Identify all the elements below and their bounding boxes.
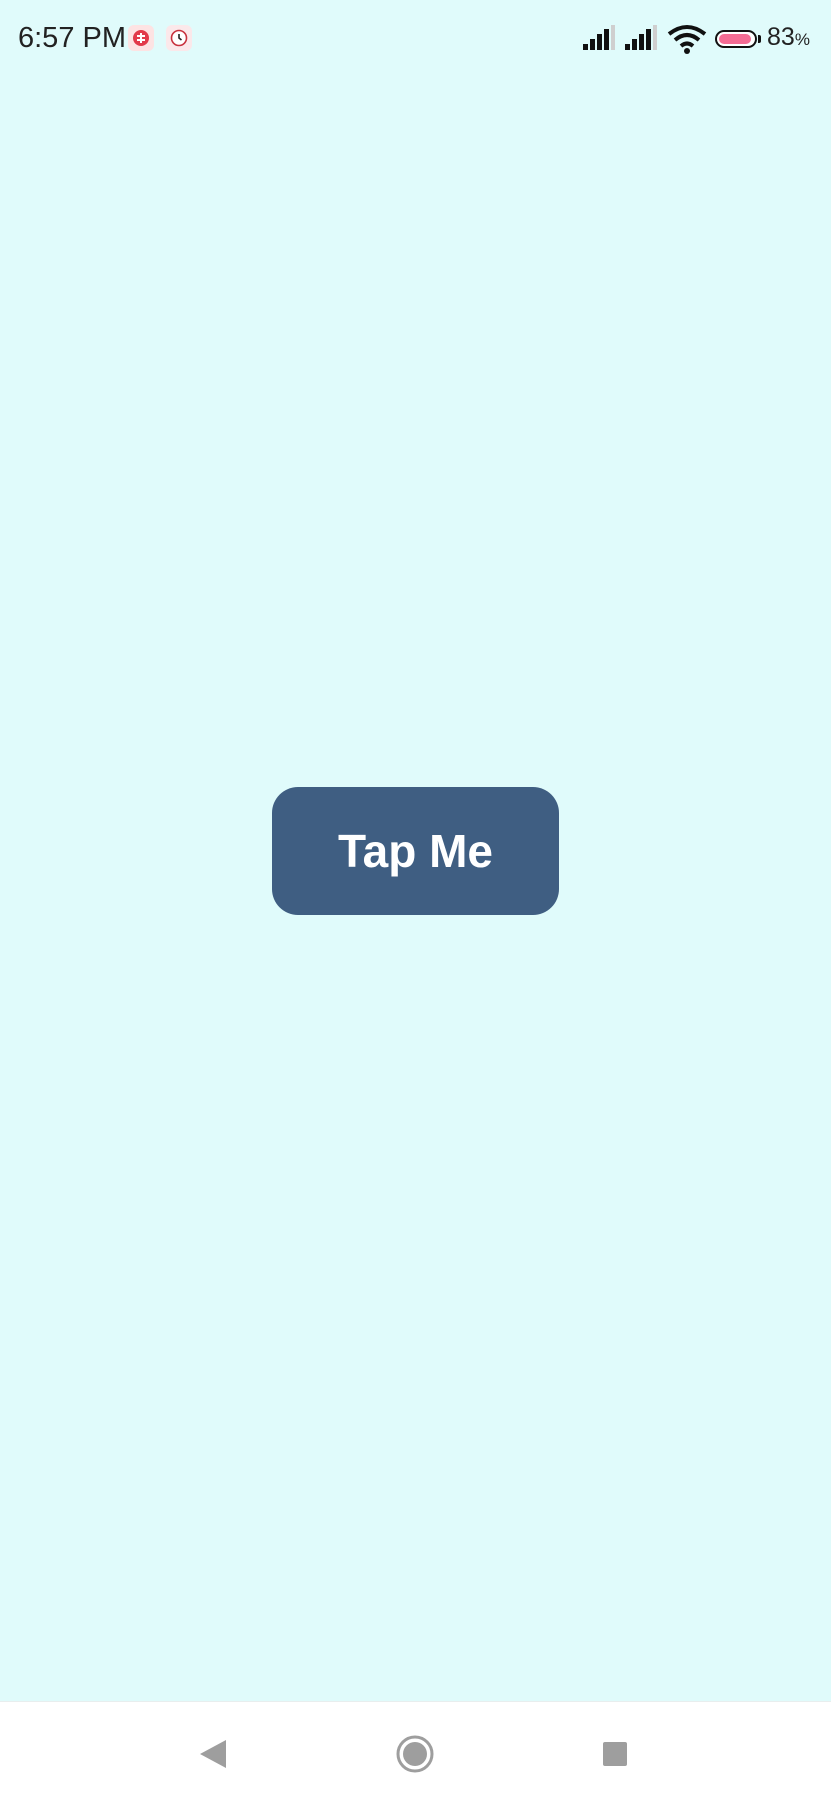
battery-percentage: 83% — [767, 23, 810, 52]
back-triangle-icon — [200, 1740, 226, 1768]
tap-me-button[interactable]: Tap Me — [272, 787, 559, 915]
cell-signal-icon — [625, 25, 657, 50]
navigation-bar — [0, 1701, 831, 1801]
clock-notification-icon — [166, 25, 192, 51]
battery-icon — [715, 30, 757, 48]
cell-signal-icon — [583, 25, 615, 50]
app-notification-icon — [128, 25, 154, 51]
battery-level-fill — [719, 34, 751, 44]
status-bar: 6:57 PM 83% — [0, 0, 831, 80]
home-button[interactable] — [393, 1732, 437, 1776]
battery-percent-value: 83 — [767, 23, 795, 51]
battery-percent-sign: % — [794, 30, 810, 49]
recents-button[interactable] — [593, 1732, 637, 1776]
app-screen: 6:57 PM 83% Tap Me — [0, 0, 831, 1801]
status-time: 6:57 PM — [18, 22, 126, 54]
recents-square-icon — [603, 1742, 627, 1766]
home-circle-icon — [396, 1735, 434, 1773]
back-button[interactable] — [191, 1732, 235, 1776]
wifi-icon — [667, 25, 707, 54]
battery-tip — [758, 35, 761, 43]
status-icons: 83% — [581, 0, 831, 80]
